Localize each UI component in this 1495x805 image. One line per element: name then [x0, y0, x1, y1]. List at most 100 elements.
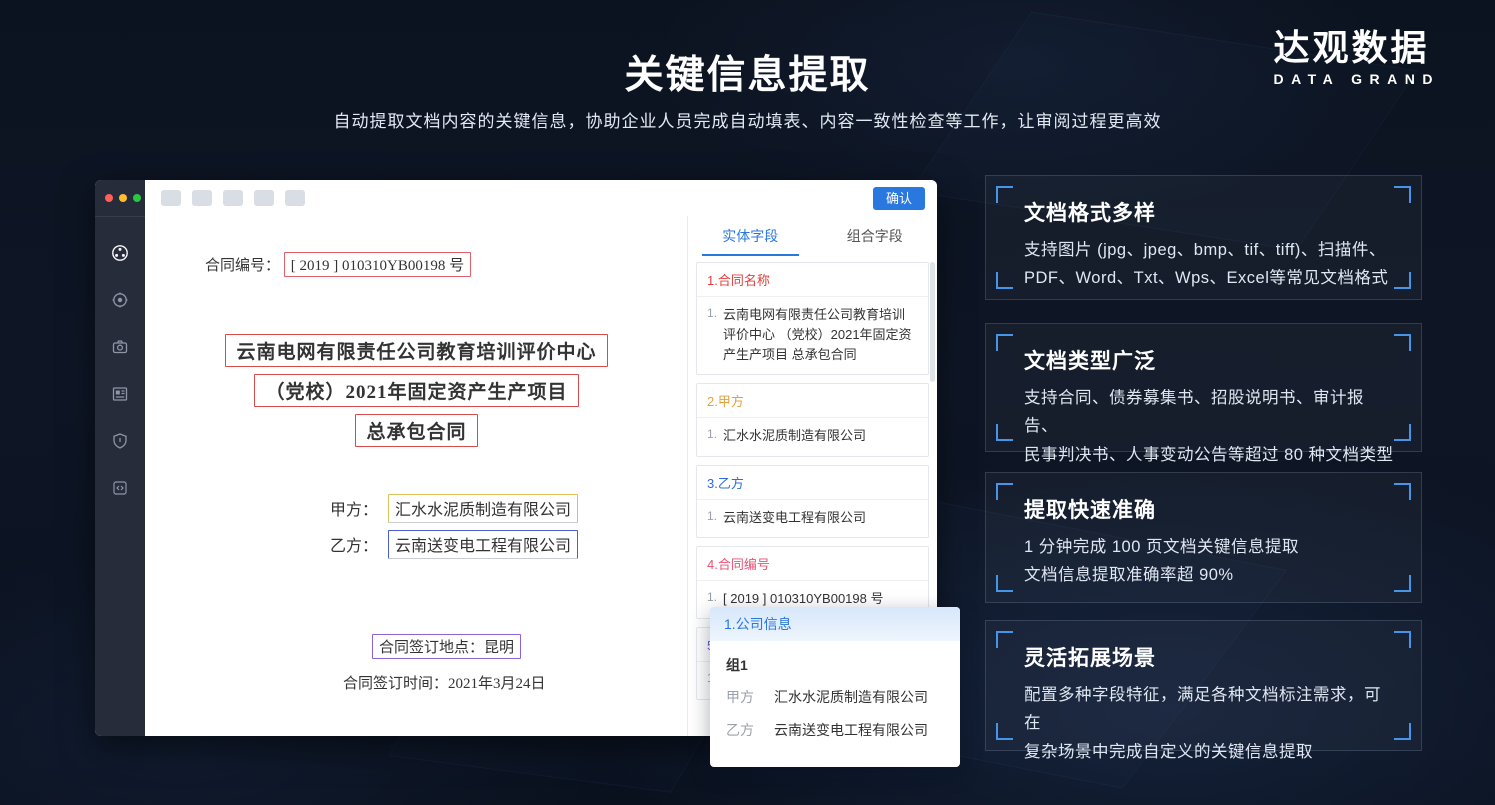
tab-combined-fields[interactable]: 组合字段	[813, 216, 938, 256]
field-value-row[interactable]: 1. 云南送变电工程有限公司	[697, 500, 928, 537]
company-info-popup: 1.公司信息 组1 甲方 汇水水泥质制造有限公司 乙方 云南送变电工程有限公司	[710, 607, 960, 767]
row-text: [ 2019 ] 010310YB00198 号	[723, 589, 883, 609]
contract-number-annotation[interactable]: [ 2019 ] 010310YB00198 号	[284, 252, 471, 277]
toolbar-button-placeholder[interactable]	[254, 190, 274, 206]
sign-time-label: 合同签订时间：	[343, 676, 448, 692]
sign-place-annotation[interactable]: 合同签订地点：昆明	[372, 634, 521, 659]
bracket-corner-icon	[1394, 334, 1411, 351]
brand-logo-en: DATA GRAND	[1273, 71, 1440, 87]
field-card-party-a: 2.甲方 1. 汇水水泥质制造有限公司	[696, 383, 929, 456]
bracket-corner-icon	[1394, 575, 1411, 592]
bracket-corner-icon	[1394, 272, 1411, 289]
bracket-corner-icon	[1394, 723, 1411, 740]
field-card-contract-name: 1.合同名称 1. 云南电网有限责任公司教育培训评价中心 （党校）2021年固定…	[696, 262, 929, 375]
contract-number-label: 合同编号：	[205, 258, 280, 274]
window-controls	[95, 180, 145, 217]
row-index: 1.	[707, 589, 717, 609]
feature-title: 文档格式多样	[1024, 197, 1421, 227]
sign-place-line: 合同签订地点：昆明	[372, 634, 521, 659]
bracket-corner-icon	[996, 631, 1013, 648]
minimize-window-button[interactable]	[119, 194, 127, 202]
feature-title: 文档类型广泛	[1024, 345, 1421, 375]
toolbar-button-placeholder[interactable]	[223, 190, 243, 206]
feature-line: 复杂场景中完成自定义的关键信息提取	[1024, 738, 1397, 766]
toolbar-button-placeholder[interactable]	[285, 190, 305, 206]
page-title: 关键信息提取	[0, 44, 1495, 100]
feature-line: 支持合同、债券募集书、招股说明书、审计报告、	[1024, 384, 1397, 441]
bracket-corner-icon	[996, 483, 1013, 500]
bracket-corner-icon	[996, 272, 1013, 289]
toolbar-button-placeholder[interactable]	[192, 190, 212, 206]
bracket-corner-icon	[1394, 424, 1411, 441]
popup-body: 组1 甲方 汇水水泥质制造有限公司 乙方 云南送变电工程有限公司	[710, 641, 960, 767]
popup-row-label: 甲方	[726, 687, 774, 707]
toolbar-button-placeholder[interactable]	[161, 190, 181, 206]
feature-line: 支持图片 (jpg、jpeg、bmp、tif、tiff)、扫描件、	[1024, 236, 1397, 264]
field-label: 2.甲方	[697, 384, 928, 418]
popup-row-value: 云南送变电工程有限公司	[774, 720, 928, 740]
bracket-corner-icon	[996, 186, 1013, 203]
sign-time-value: 2021年3月24日	[448, 676, 546, 692]
bracket-corner-icon	[996, 723, 1013, 740]
party-a-line: 甲方： 汇水水泥质制造有限公司	[330, 494, 578, 523]
bracket-corner-icon	[996, 424, 1013, 441]
field-label: 4.合同编号	[697, 547, 928, 581]
popup-row-value: 汇水水泥质制造有限公司	[774, 687, 928, 707]
row-text: 汇水水泥质制造有限公司	[723, 426, 866, 446]
maximize-window-button[interactable]	[133, 194, 141, 202]
feature-card-flexible-scenes: 灵活拓展场景 配置多种字段特征，满足各种文档标注需求，可在 复杂场景中完成自定义…	[985, 620, 1422, 751]
document-layout-icon[interactable]	[110, 384, 130, 404]
feature-title: 提取快速准确	[1024, 494, 1421, 524]
shield-icon[interactable]	[110, 431, 130, 451]
feature-card-formats: 文档格式多样 支持图片 (jpg、jpeg、bmp、tif、tiff)、扫描件、…	[985, 175, 1422, 300]
party-b-line: 乙方： 云南送变电工程有限公司	[330, 530, 578, 559]
bracket-corner-icon	[996, 334, 1013, 351]
feature-line: PDF、Word、Txt、Wps、Excel等常见文档格式	[1024, 264, 1397, 292]
row-index: 1.	[707, 508, 717, 528]
field-card-party-b: 3.乙方 1. 云南送变电工程有限公司	[696, 465, 929, 538]
party-b-annotation[interactable]: 云南送变电工程有限公司	[388, 530, 578, 559]
row-text: 云南送变电工程有限公司	[723, 508, 866, 528]
contract-title-annotation[interactable]: 总承包合同	[355, 414, 477, 447]
party-a-label: 甲方：	[330, 502, 378, 519]
popup-row-party-a: 甲方 汇水水泥质制造有限公司	[726, 687, 944, 707]
network-cluster-icon[interactable]	[110, 243, 130, 263]
feature-line: 民事判决书、人事变动公告等超过 80 种文档类型	[1024, 441, 1397, 469]
field-value-row[interactable]: 1. 云南电网有限责任公司教育培训评价中心 （党校）2021年固定资产生产项目 …	[697, 297, 928, 374]
feature-card-speed-accuracy: 提取快速准确 1 分钟完成 100 页文档关键信息提取 文档信息提取准确率超 9…	[985, 472, 1422, 603]
contract-title-block: 云南电网有限责任公司教育培训评价中心 （党校）2021年固定资产生产项目 总承包…	[175, 334, 658, 454]
panel-tabs: 实体字段 组合字段	[688, 216, 937, 256]
party-b-label: 乙方：	[330, 538, 378, 555]
row-text: 云南电网有限责任公司教育培训评价中心 （党校）2021年固定资产生产项目 总承包…	[723, 305, 918, 365]
feature-card-doc-types: 文档类型广泛 支持合同、债券募集书、招股说明书、审计报告、 民事判决书、人事变动…	[985, 323, 1422, 452]
contract-title-annotation[interactable]: （党校）2021年固定资产生产项目	[254, 374, 578, 407]
popup-group-title: 组1	[726, 655, 944, 675]
feature-line: 1 分钟完成 100 页文档关键信息提取	[1024, 533, 1397, 561]
confirm-button[interactable]: 确认	[873, 187, 925, 210]
bracket-corner-icon	[1394, 483, 1411, 500]
bracket-corner-icon	[1394, 186, 1411, 203]
window-sidebar	[95, 180, 145, 736]
row-index: 1.	[707, 305, 717, 365]
camera-icon[interactable]	[110, 337, 130, 357]
feature-line: 配置多种字段特征，满足各种文档标注需求，可在	[1024, 681, 1397, 738]
brand-logo-cn: 达观数据	[1273, 28, 1440, 68]
popup-row-label: 乙方	[726, 720, 774, 740]
party-a-annotation[interactable]: 汇水水泥质制造有限公司	[388, 494, 578, 523]
close-window-button[interactable]	[105, 194, 113, 202]
contract-number-line: 合同编号： [ 2019 ] 010310YB00198 号	[205, 252, 471, 277]
gear-icon[interactable]	[110, 290, 130, 310]
contract-document: 合同编号： [ 2019 ] 010310YB00198 号 云南电网有限责任公…	[145, 216, 688, 736]
field-value-row[interactable]: 1. 汇水水泥质制造有限公司	[697, 418, 928, 455]
code-box-icon[interactable]	[110, 478, 130, 498]
bracket-corner-icon	[1394, 631, 1411, 648]
tab-entity-fields[interactable]: 实体字段	[688, 216, 813, 256]
page: 关键信息提取 自动提取文档内容的关键信息，协助企业人员完成自动填表、内容一致性检…	[0, 0, 1495, 805]
page-subtitle: 自动提取文档内容的关键信息，协助企业人员完成自动填表、内容一致性检查等工作，让审…	[0, 107, 1495, 132]
bracket-corner-icon	[996, 575, 1013, 592]
contract-title-annotation[interactable]: 云南电网有限责任公司教育培训评价中心	[225, 334, 607, 367]
popup-row-party-b: 乙方 云南送变电工程有限公司	[726, 720, 944, 740]
brand-logo: 达观数据 DATA GRAND	[1273, 28, 1440, 87]
window-toolbar: 确认	[145, 180, 937, 217]
panel-scrollbar[interactable]	[930, 262, 935, 382]
